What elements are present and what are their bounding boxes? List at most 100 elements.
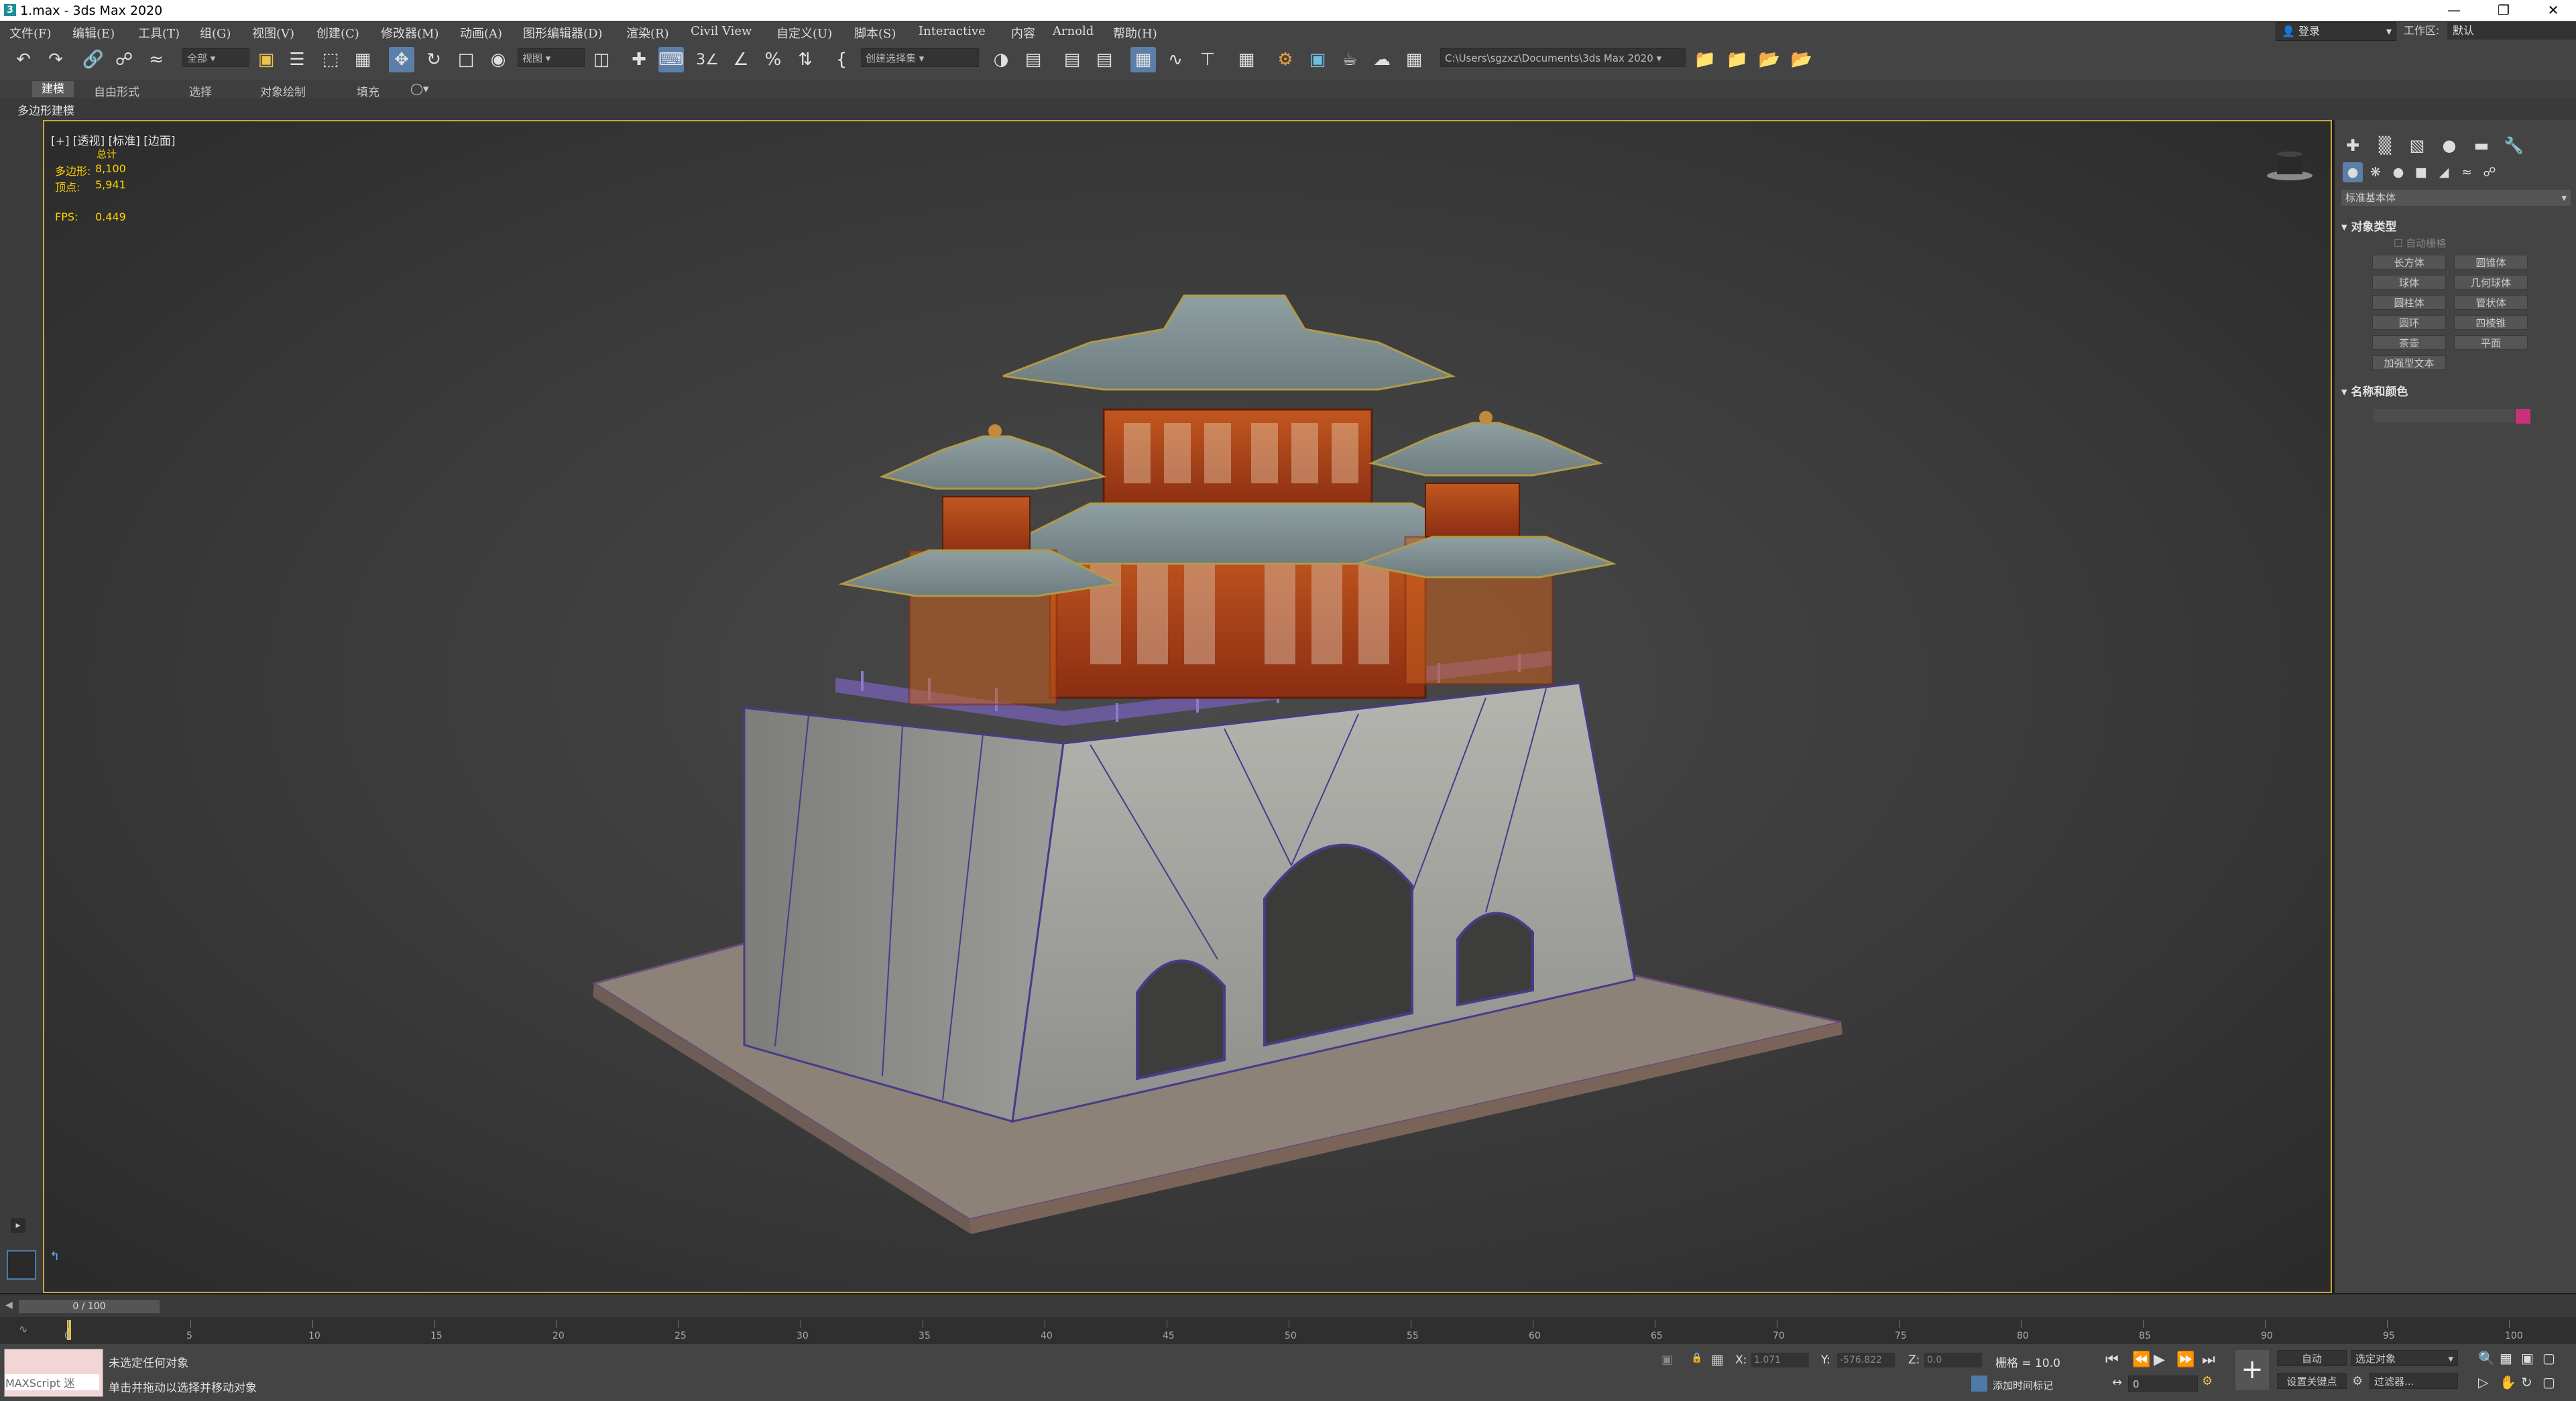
pivot-center-icon[interactable]: ◫ [589,47,614,72]
layer-explorer-icon[interactable]: ▤ [1092,47,1117,72]
key-filter-icon[interactable]: ⚙ [2352,1374,2363,1388]
select-by-name-icon[interactable]: ☰ [284,47,310,72]
minimize-button[interactable]: — [2434,0,2474,21]
create-tab-icon[interactable]: ✚ [2341,134,2364,157]
menu-graph-editors[interactable]: 图形编辑器(D) [523,24,602,42]
orbit-icon[interactable]: ↻ [2521,1374,2532,1390]
set-key-button[interactable]: 设置关键点 [2277,1373,2347,1389]
menu-file[interactable]: 文件(F) [9,24,52,42]
rect-selection-icon[interactable]: ⬚ [318,47,343,72]
select-scale-icon[interactable]: □ [453,47,479,72]
project-folder-dropdown[interactable]: C:\Users\sgzxz\Documents\3ds Max 2020 ▾ [1440,48,1686,67]
snaps-toggle-icon[interactable]: 3∠ [695,47,720,72]
restore-button[interactable]: ❐ [2483,0,2524,21]
expand-arrow-icon[interactable]: ▸ [11,1218,25,1233]
zoom-all-icon[interactable]: ▦ [2500,1350,2512,1366]
close-button[interactable]: ✕ [2533,0,2573,21]
project-settings-icon[interactable]: 📂 [1789,47,1814,72]
lock-selection-icon[interactable]: 🔒 [1691,1353,1702,1363]
viewcube-icon[interactable] [2265,149,2315,181]
add-time-tag-icon[interactable] [1971,1376,1987,1392]
save-project-icon[interactable]: 📂 [1757,47,1782,72]
time-slider[interactable]: 0 / 100 [19,1300,160,1313]
maxscript-label[interactable]: MAXScript 迷 [5,1374,99,1390]
login-dropdown[interactable]: 👤 登录 ▾ [2276,22,2396,41]
spinner-snap-icon[interactable]: ⇅ [793,47,818,72]
helpers-icon[interactable]: ◢ [2434,162,2454,182]
menu-customize[interactable]: 自定义(U) [776,24,832,42]
named-selection-dropdown[interactable]: 创建选择集 ▾ [861,48,979,67]
open-project-icon[interactable]: 📁 [1724,47,1750,72]
go-to-start-icon[interactable]: ⏮ [2105,1351,2119,1368]
tab-selection[interactable]: 选择 [189,82,212,99]
track-bar[interactable]: ∿ 0 5 10 15 20 25 30 35 40 45 50 55 60 65 70 75 80 85 90 95… [0,1317,2576,1344]
ribbon-toggle-icon[interactable]: ▦ [1130,47,1156,72]
menu-group[interactable]: 组(G) [200,24,231,42]
select-object-icon[interactable]: ▣ [253,47,279,72]
zoom-extents-icon[interactable]: ▣ [2521,1350,2534,1366]
z-coord-field[interactable]: 0.0 [1924,1353,1982,1367]
select-move-icon[interactable]: ✥ [389,47,414,72]
text-plus-button[interactable]: 加强型文本 [2372,355,2446,370]
select-manipulate-icon[interactable]: ✚ [626,47,652,72]
hierarchy-tab-icon[interactable]: ▧ [2406,134,2428,157]
cone-button[interactable]: 圆锥体 [2454,255,2528,269]
redo-icon[interactable]: ↷ [43,47,68,72]
teapot-button[interactable]: 茶壶 [2372,335,2446,350]
link-icon[interactable]: 🔗 [80,47,106,72]
menu-tools[interactable]: 工具(T) [138,24,180,42]
y-coord-field[interactable]: -576.822 [1837,1353,1895,1367]
cameras-icon[interactable]: ■ [2411,162,2431,182]
zoom-extents-all-icon[interactable]: ▢ [2542,1350,2555,1366]
tab-modeling[interactable]: 建模 [32,81,74,97]
current-frame-field[interactable]: 0 [2128,1376,2198,1392]
curve-editor-icon[interactable]: ∿ [1163,47,1188,72]
tab-populate[interactable]: 填充 [357,82,379,99]
shapes-icon[interactable]: ❋ [2365,162,2386,182]
isolate-icon[interactable]: ▣ [1661,1353,1673,1367]
mirror-icon[interactable]: ◑ [988,47,1014,72]
name-color-header[interactable]: ▾ 名称和颜色 [2341,382,2408,399]
menu-civil-view[interactable]: Civil View [691,24,752,38]
render-production-icon[interactable]: ☕ [1337,47,1362,72]
window-crossing-icon[interactable]: ▦ [350,47,375,72]
rendered-frame-window-icon[interactable]: ▣ [1305,47,1330,72]
key-mode-icon[interactable]: ↔ [2112,1376,2122,1390]
menu-help[interactable]: 帮助(H) [1113,24,1157,42]
menu-scripting[interactable]: 脚本(S) [854,24,896,42]
pan-view-icon[interactable]: ✋ [2500,1374,2516,1390]
menu-rendering[interactable]: 渲染(R) [626,24,669,42]
selected-object-dropdown[interactable]: 选定对象 ▾ [2351,1350,2458,1366]
object-name-field[interactable] [2374,409,2514,422]
systems-icon[interactable]: ☍ [2479,162,2500,182]
edit-named-selection-icon[interactable]: { [829,47,854,72]
polygon-modeling-label[interactable]: 多边形建模 [17,101,74,118]
space-warps-icon[interactable]: ≈ [2457,162,2477,182]
material-editor-icon[interactable]: ▦ [1234,47,1259,72]
pyramid-button[interactable]: 四棱锥 [2454,315,2528,330]
utilities-tab-icon[interactable]: 🔧 [2502,134,2525,157]
menu-animation[interactable]: 动画(A) [460,24,502,42]
menu-edit[interactable]: 编辑(E) [72,24,115,42]
viewport-label[interactable]: [+] [透视] [标准] [边面] [51,131,176,148]
prev-frame-arrow-icon[interactable]: ◀ [5,1300,13,1311]
menu-arnold[interactable]: Arnold [1053,24,1094,38]
x-coord-field[interactable]: 1.071 [1751,1353,1809,1367]
workspace-dropdown[interactable]: 默认 [2447,22,2576,40]
bind-space-warp-icon[interactable]: ≈ [143,47,169,72]
motion-tab-icon[interactable]: ● [2438,134,2461,157]
menu-modifiers[interactable]: 修改器(M) [381,24,438,42]
display-tab-icon[interactable]: ▬ [2470,134,2493,157]
maximize-viewport-icon[interactable]: ▢ [2542,1374,2555,1390]
absolute-mode-icon[interactable]: ▦ [1711,1351,1724,1367]
ribbon-options-icon[interactable]: ◯▾ [410,82,429,96]
cylinder-button[interactable]: 圆柱体 [2372,295,2446,310]
a360-gallery-icon[interactable]: ▦ [1401,47,1427,72]
geosphere-button[interactable]: 几何球体 [2454,275,2528,290]
menu-create[interactable]: 创建(C) [316,24,359,42]
tab-freeform[interactable]: 自由形式 [94,82,139,99]
sphere-button[interactable]: 球体 [2372,275,2446,290]
torus-button[interactable]: 圆环 [2372,315,2446,330]
tab-object-paint[interactable]: 对象绘制 [260,82,306,99]
select-place-icon[interactable]: ◉ [485,47,511,72]
